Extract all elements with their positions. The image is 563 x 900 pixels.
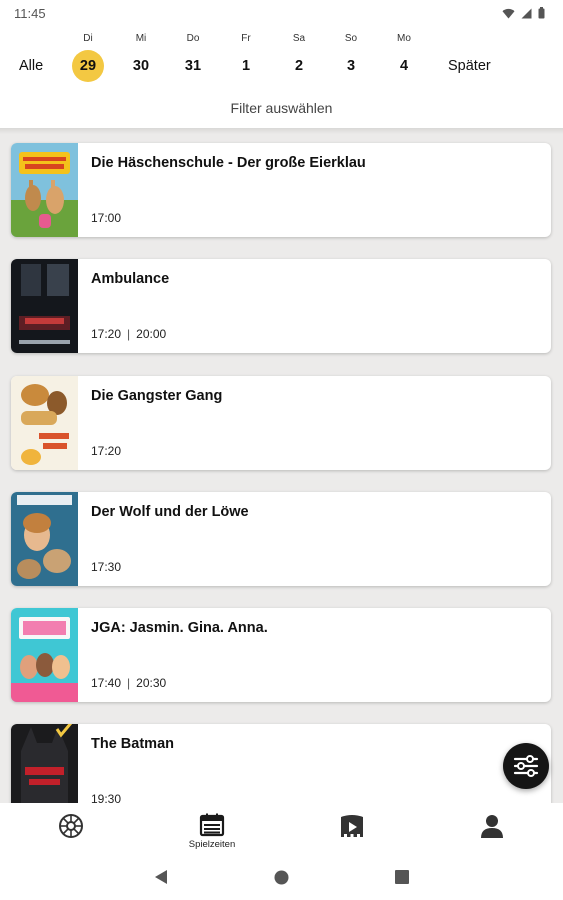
home-icon[interactable] (274, 870, 289, 885)
movie-poster (11, 492, 78, 586)
showtime[interactable]: 20:30 (136, 676, 166, 690)
showtimes: 19:30 (91, 792, 121, 803)
showtimes: 17:30 (91, 560, 121, 574)
date-option-3[interactable]: So 3 (329, 26, 373, 90)
movie-card[interactable]: JGA: Jasmin. Gina. Anna. 17:40 | 20:30 (11, 608, 551, 702)
movie-list[interactable]: Die Häschenschule - Der große Eierklau 1… (0, 128, 563, 803)
nav-label: Spielzeiten (188, 839, 236, 850)
weekday-label: Mi (135, 33, 147, 44)
date-option-1[interactable]: Fr 1 (224, 26, 268, 90)
day-number: 3 (346, 58, 356, 74)
profile-icon (481, 815, 503, 838)
date-option-2[interactable]: Sa 2 (277, 26, 321, 90)
recents-icon[interactable] (395, 870, 409, 884)
weekday-label: Mo (397, 33, 411, 44)
date-option-30[interactable]: Mi 30 (119, 26, 163, 90)
movie-title: JGA: Jasmin. Gina. Anna. (91, 620, 268, 636)
showtimes: 17:20 (91, 444, 121, 458)
bottom-navigation: Spielzeiten (0, 803, 563, 855)
day-number: 2 (294, 58, 304, 74)
filter-fab-button[interactable] (503, 743, 549, 789)
signal-icon (521, 8, 532, 18)
showtime[interactable]: 17:00 (91, 211, 121, 225)
date-selector: Alle Di 29 Mi 30 Do 31 Fr 1 Sa 2 So 3 Mo… (0, 26, 563, 90)
showtimes: 17:00 (91, 211, 121, 225)
showtimes: 17:20 | 20:00 (91, 327, 166, 341)
filter-sliders-icon (513, 755, 539, 777)
day-number: 4 (399, 58, 409, 74)
movie-poster (11, 724, 78, 803)
status-icons (502, 7, 545, 19)
nav-item-profile[interactable] (422, 803, 562, 855)
later-dates-option[interactable]: Später (448, 50, 491, 82)
movie-poster (11, 376, 78, 470)
cinema-reel-icon (59, 814, 83, 838)
showtime[interactable]: 20:00 (136, 327, 166, 341)
day-number: 1 (241, 58, 251, 74)
showtime[interactable]: 17:40 (91, 676, 121, 690)
weekday-label: Di (83, 33, 93, 44)
calendar-icon (199, 813, 225, 837)
back-icon[interactable] (154, 869, 168, 885)
weekday-label: Sa (292, 33, 306, 44)
battery-icon (538, 7, 545, 19)
weekday-label: So (344, 33, 358, 44)
showtimes: 17:40 | 20:30 (91, 676, 166, 690)
showtime[interactable]: 19:30 (91, 792, 121, 803)
list-top-shadow (0, 128, 563, 134)
date-option-4[interactable]: Mo 4 (382, 26, 426, 90)
movie-title: Ambulance (91, 271, 170, 287)
movie-card[interactable]: The Batman 19:30 (11, 724, 551, 803)
filter-select-button[interactable]: Filter auswählen (0, 90, 563, 128)
movie-title: Die Gangster Gang (91, 388, 223, 404)
showtime[interactable]: 17:20 (91, 444, 121, 458)
weekday-label: Do (186, 33, 200, 44)
movie-poster (11, 608, 78, 702)
nav-item-cinema[interactable] (1, 803, 141, 855)
movie-poster (11, 259, 78, 353)
weekday-label: Fr (241, 33, 251, 44)
status-bar: 11:45 (0, 0, 563, 26)
status-time: 11:45 (14, 5, 46, 21)
nav-item-spielzeiten[interactable]: Spielzeiten (142, 803, 282, 855)
movie-title: Die Häschenschule - Der große Eierklau (91, 155, 366, 171)
movie-card[interactable]: Die Gangster Gang 17:20 (11, 376, 551, 470)
movie-screen-icon (341, 815, 363, 837)
movie-title: The Batman (91, 736, 174, 752)
all-dates-option[interactable]: Alle (19, 50, 43, 82)
system-navigation-bar (0, 855, 563, 900)
showtime[interactable]: 17:20 (91, 327, 121, 341)
date-option-29[interactable]: Di 29 (66, 26, 110, 90)
time-separator: | (127, 676, 131, 690)
movie-title: Der Wolf und der Löwe (91, 504, 249, 520)
wifi-icon (502, 8, 515, 18)
movie-card[interactable]: Die Häschenschule - Der große Eierklau 1… (11, 143, 551, 237)
movie-card[interactable]: Ambulance 17:20 | 20:00 (11, 259, 551, 353)
day-number: 31 (184, 58, 202, 74)
movie-card[interactable]: Der Wolf und der Löwe 17:30 (11, 492, 551, 586)
date-option-31[interactable]: Do 31 (171, 26, 215, 90)
day-number: 30 (132, 58, 150, 74)
time-separator: | (127, 327, 131, 341)
nav-item-screen[interactable] (282, 803, 422, 855)
showtime[interactable]: 17:30 (91, 560, 121, 574)
movie-poster (11, 143, 78, 237)
day-number-selected: 29 (72, 50, 104, 82)
